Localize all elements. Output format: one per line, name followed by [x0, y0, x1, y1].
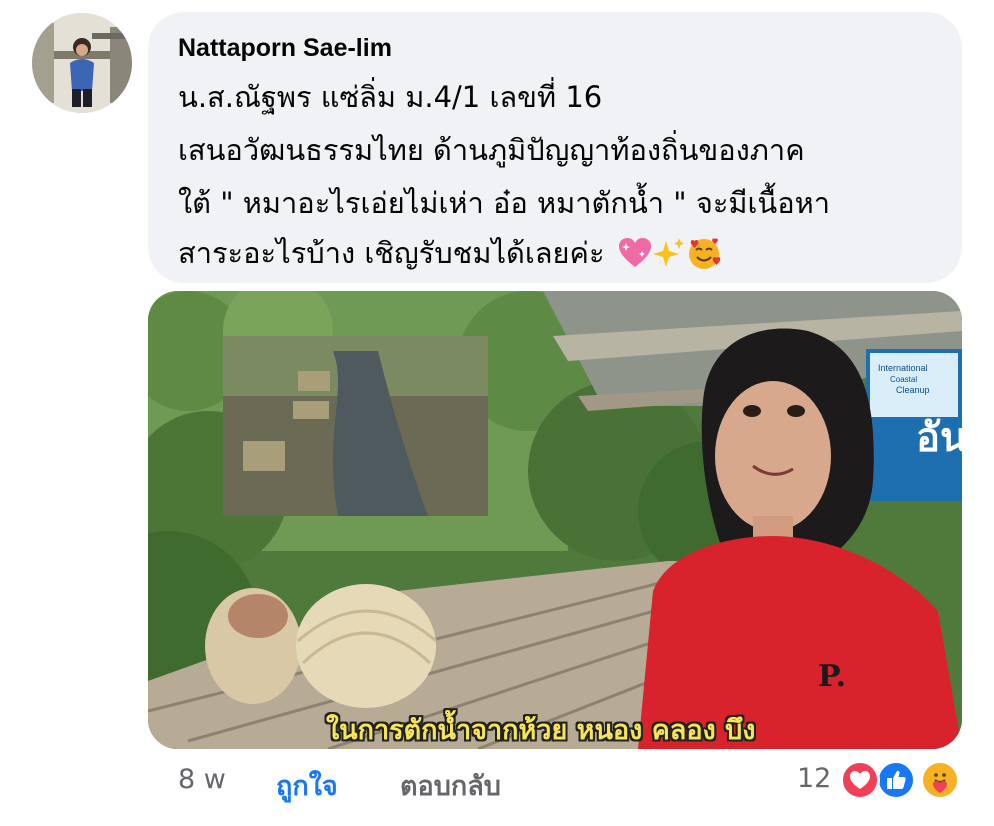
like-reaction-icon[interactable]	[876, 760, 916, 800]
sparkles-emoji	[652, 237, 686, 269]
comment-text-line: เสนอวัฒนธรรมไทย ด้านภูมิปัญญาท้องถิ่นของ…	[178, 133, 805, 167]
comment-text-line: สาระอะไรบ้าง เชิญรับชมได้เลยค่ะ	[178, 230, 722, 276]
comment-author-name[interactable]: Nattaporn Sae-lim	[178, 34, 392, 63]
video-thumbnail: International Coastal Cleanup อัน P.	[148, 291, 962, 749]
author-avatar[interactable]	[32, 13, 132, 113]
sign-text: อัน	[916, 415, 962, 461]
love-reaction-icon[interactable]	[840, 760, 880, 800]
comment-text-line: น.ส.ณัฐพร แซ่ลิ่ม ม.4/1 เลขที่ 16	[178, 80, 603, 114]
comment-video-attachment[interactable]: International Coastal Cleanup อัน P.	[148, 291, 962, 749]
sign-text: International	[878, 363, 928, 373]
comment-text-line: ใต้ " หมาอะไรเอ่ยไม่เห่า อ๋อ หมาตักน้ำ "…	[178, 186, 831, 220]
reply-button[interactable]: ตอบกลับ	[400, 764, 501, 807]
smiling-face-with-hearts-emoji	[686, 236, 722, 270]
care-reaction-icon[interactable]	[920, 760, 960, 800]
shirt-letter: P.	[818, 659, 846, 694]
sign-text: Cleanup	[896, 385, 930, 395]
reaction-count[interactable]: 12	[797, 763, 831, 794]
comment-timestamp[interactable]: 8 w	[178, 764, 226, 795]
avatar-photo	[32, 13, 132, 113]
like-button[interactable]: ถูกใจ	[276, 764, 338, 807]
comment-bubble: Nattaporn Sae-lim น.ส.ณัฐพร แซ่ลิ่ม ม.4/…	[148, 12, 962, 283]
sign-text: Coastal	[890, 375, 917, 384]
sparkling-heart-emoji	[618, 237, 652, 269]
comment-text-segment: สาระอะไรบ้าง เชิญรับชมได้เลยค่ะ	[178, 236, 605, 270]
video-subtitle: ในการตักน้ำจากห้วย หนอง คลอง บึง	[326, 715, 756, 746]
